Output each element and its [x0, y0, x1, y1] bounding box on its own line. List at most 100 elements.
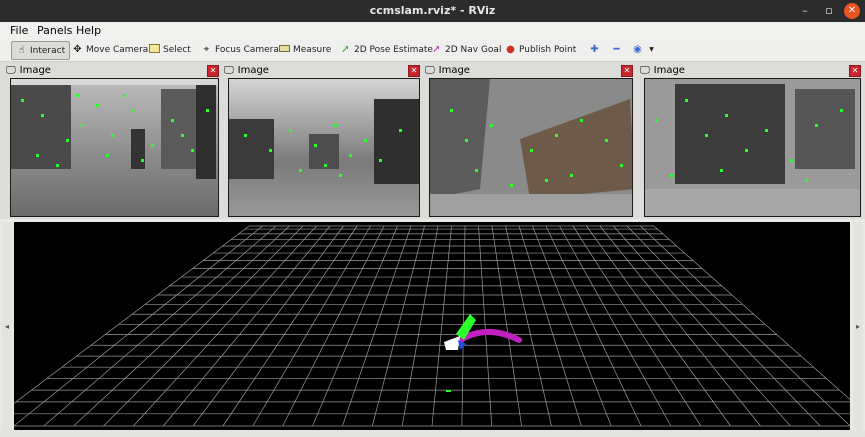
map-pin-icon: ● [506, 44, 515, 55]
right-dock-toggle[interactable]: ▸ [853, 222, 863, 430]
nav-goal-label: 2D Nav Goal [445, 44, 502, 55]
camera-image-2 [228, 78, 420, 217]
grid-line-vertical [640, 225, 851, 427]
window-title-bar: ccmslam.rviz* - RViz – ▫ ✕ [0, 0, 865, 22]
green-arrow-icon: ➚ [341, 44, 350, 55]
hand-pointer-icon: ☝ [18, 45, 25, 56]
panel-header: 🖵 Image ✕ [640, 64, 863, 77]
grid-line-vertical [192, 225, 344, 427]
grid-line-vertical [371, 225, 425, 427]
move-arrows-icon: ✥ [73, 44, 82, 55]
monitor-icon: 🖵 [224, 65, 234, 76]
camera-scene-4 [645, 79, 860, 216]
grid-line-vertical [572, 225, 702, 427]
panel-close-button[interactable]: ✕ [207, 65, 219, 77]
move-camera-label: Move Camera [86, 44, 149, 55]
move-camera-tool-button[interactable]: ✥ Move Camera [72, 41, 148, 58]
grid-line-vertical [431, 225, 452, 427]
measure-tool-button[interactable]: Measure [279, 41, 331, 58]
panel-close-button[interactable]: ✕ [849, 65, 861, 77]
grid-line-vertical [599, 225, 761, 427]
image-panel-1: 🖵 Image ✕ [6, 64, 221, 217]
magenta-arrow-icon: ➚ [432, 44, 441, 55]
publish-point-label: Publish Point [519, 44, 577, 55]
grid-line-vertical [43, 225, 277, 427]
close-window-button[interactable]: ✕ [844, 3, 860, 19]
camera-image-1 [10, 78, 219, 217]
measure-label: Measure [293, 44, 332, 55]
pose-estimate-tool-button[interactable]: ➚ 2D Pose Estimate [340, 41, 433, 58]
menu-file[interactable]: File [10, 24, 28, 37]
image-panel-4: 🖵 Image ✕ [640, 64, 863, 217]
eye-icon: ◉ [633, 44, 642, 55]
window-title: ccmslam.rviz* - RViz [369, 4, 496, 17]
pose-estimate-label: 2D Pose Estimate [354, 44, 433, 55]
minimize-button[interactable]: – [797, 3, 813, 19]
panel-title: Image [237, 65, 269, 76]
maximize-button[interactable]: ▫ [821, 3, 837, 19]
tool-properties-button[interactable]: ◉ ▼ [632, 41, 657, 58]
grid-line-vertical [103, 225, 304, 427]
grid-line-vertical [653, 225, 865, 414]
panel-close-button[interactable]: ✕ [621, 65, 633, 77]
image-panels-area: 🖵 Image ✕ 🖵 Image ✕ 🖵 Image ✕ 🖵 Image ✕ [0, 62, 865, 219]
grid-line-vertical [222, 225, 358, 427]
panel-header: 🖵 Image ✕ [425, 64, 635, 77]
grid-line-vertical [312, 225, 398, 427]
map-point [446, 390, 451, 392]
camera-scene-3 [430, 79, 632, 216]
grid-line-vertical [586, 225, 731, 427]
3d-render-view[interactable] [0, 222, 865, 430]
grid-line-vertical [559, 225, 672, 427]
grid-line-vertical [478, 225, 493, 427]
focus-camera-label: Focus Camera [215, 44, 279, 55]
focus-camera-tool-button[interactable]: ⌖ Focus Camera [201, 41, 279, 58]
nav-goal-tool-button[interactable]: ➚ 2D Nav Goal [431, 41, 501, 58]
monitor-icon: 🖵 [425, 65, 435, 76]
grid-line-vertical [545, 225, 642, 427]
left-dock-toggle[interactable]: ◂ [2, 222, 12, 430]
panel-title: Image [438, 65, 470, 76]
select-rectangle-icon [149, 44, 160, 55]
crosshair-icon: ⌖ [203, 44, 210, 55]
grid-line-vertical [491, 225, 522, 427]
panel-title: Image [19, 65, 51, 76]
image-panel-3: 🖵 Image ✕ [425, 64, 635, 217]
select-tool-button[interactable]: Select [149, 41, 191, 58]
grid-line-vertical [162, 225, 331, 427]
grid-line-vertical [613, 225, 791, 427]
panel-close-button[interactable]: ✕ [408, 65, 420, 77]
interact-tool-button[interactable]: ☝ Interact [11, 41, 71, 60]
menu-bar: File Panels Help [0, 22, 865, 39]
grid-line-vertical [73, 225, 290, 427]
panel-title: Image [653, 65, 685, 76]
toolbar: ☝ Interact ✥ Move Camera Select ⌖ Focus … [0, 39, 865, 62]
select-label: Select [163, 44, 191, 55]
publish-point-tool-button[interactable]: ● Publish Point [505, 41, 576, 58]
camera-image-4 [644, 78, 861, 217]
panel-header: 🖵 Image ✕ [6, 64, 221, 77]
grid-line-vertical [0, 225, 250, 415]
menu-panels[interactable]: Panels [37, 24, 72, 37]
camera-image-3 [429, 78, 633, 217]
image-panel-2: 🖵 Image ✕ [224, 64, 422, 217]
grid-line-vertical [401, 225, 439, 427]
monitor-icon: 🖵 [640, 65, 650, 76]
status-strip [0, 430, 865, 437]
grid-canvas [0, 225, 865, 427]
monitor-icon: 🖵 [6, 65, 16, 76]
camera-scene-1 [11, 79, 218, 216]
grid-line-vertical [626, 225, 821, 427]
ruler-icon [279, 44, 290, 55]
chevron-down-icon: ▼ [649, 46, 654, 53]
camera-frustum [444, 336, 460, 350]
camera-scene-2 [229, 79, 419, 216]
plus-icon: ✚ [590, 44, 599, 55]
grid-line-vertical [282, 225, 385, 427]
add-tool-button[interactable]: ✚ [589, 41, 600, 58]
panel-header: 🖵 Image ✕ [224, 64, 422, 77]
menu-help[interactable]: Help [76, 24, 101, 37]
interact-label: Interact [30, 45, 66, 56]
remove-tool-button[interactable]: ━ [611, 41, 622, 58]
minus-icon: ━ [613, 44, 620, 55]
